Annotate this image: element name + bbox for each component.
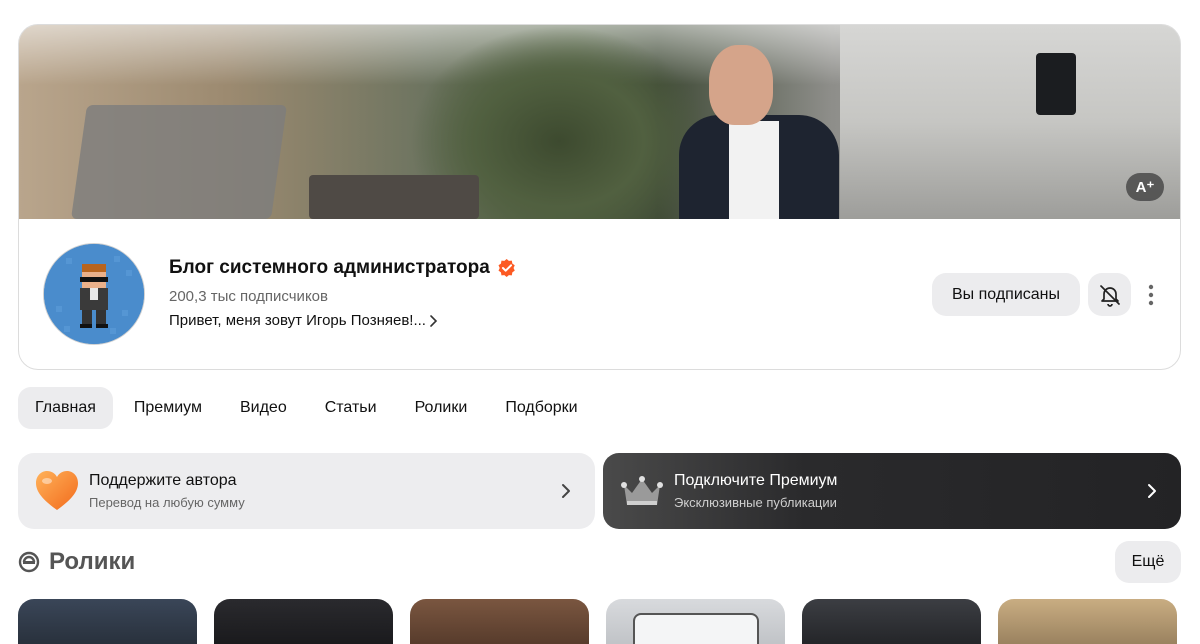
notifications-button[interactable] (1088, 273, 1131, 316)
shorts-more-button[interactable]: Ещё (1115, 541, 1181, 583)
support-author-card[interactable]: Поддержите автора Перевод на любую сумму (18, 453, 595, 529)
short-thumbnail[interactable] (214, 599, 393, 644)
tab-collections[interactable]: Подборки (488, 387, 594, 429)
channel-card: A⁺ Блог системного администратора 200,3 … (18, 24, 1181, 370)
short-thumbnail[interactable] (18, 599, 197, 644)
shorts-section-title: Ролики (49, 548, 136, 575)
crown-icon (621, 476, 663, 505)
chevron-right-icon (1148, 484, 1156, 498)
tab-articles[interactable]: Статьи (308, 387, 394, 429)
subscriber-count: 200,3 тыс подписчиков (169, 288, 328, 305)
bell-off-icon (1099, 284, 1120, 307)
premium-subtitle: Эксклюзивные публикации (674, 495, 837, 510)
short-thumbnail[interactable] (998, 599, 1177, 644)
support-subtitle: Перевод на любую сумму (89, 495, 245, 510)
channel-banner: A⁺ (19, 25, 1180, 219)
shorts-icon (18, 551, 40, 573)
tab-main[interactable]: Главная (18, 387, 113, 429)
verified-icon (498, 259, 515, 277)
chevron-right-icon (562, 484, 570, 498)
chevron-right-icon (430, 314, 438, 327)
support-title: Поддержите автора (89, 472, 237, 489)
heart-icon (36, 471, 78, 510)
tab-video[interactable]: Видео (223, 387, 304, 429)
tab-premium[interactable]: Премиум (117, 387, 219, 429)
channel-description-text: Привет, меня зовут Игорь Позняев!... (169, 312, 426, 329)
short-thumbnail[interactable] (606, 599, 785, 644)
short-thumbnail[interactable] (802, 599, 981, 644)
channel-description[interactable]: Привет, меня зовут Игорь Позняев!... (169, 312, 516, 329)
channel-info: Блог системного администратора 200,3 тыс… (169, 257, 516, 329)
short-thumbnail[interactable] (410, 599, 589, 644)
shorts-list (18, 599, 1177, 644)
subscribed-button[interactable]: Вы подписаны (932, 273, 1080, 316)
channel-avatar[interactable] (43, 243, 145, 345)
premium-title: Подключите Премиум (674, 472, 838, 489)
channel-name: Блог системного администратора (169, 257, 490, 278)
channel-tabs: Главная Премиум Видео Статьи Ролики Подб… (18, 387, 599, 429)
more-vertical-icon (1148, 284, 1154, 305)
tab-shorts[interactable]: Ролики (398, 387, 485, 429)
premium-card[interactable]: Подключите Премиум Эксклюзивные публикац… (603, 453, 1181, 529)
shorts-section-header: Ролики (18, 548, 135, 576)
more-options-button[interactable] (1139, 273, 1163, 316)
ai-enhance-button[interactable]: A⁺ (1126, 173, 1164, 201)
